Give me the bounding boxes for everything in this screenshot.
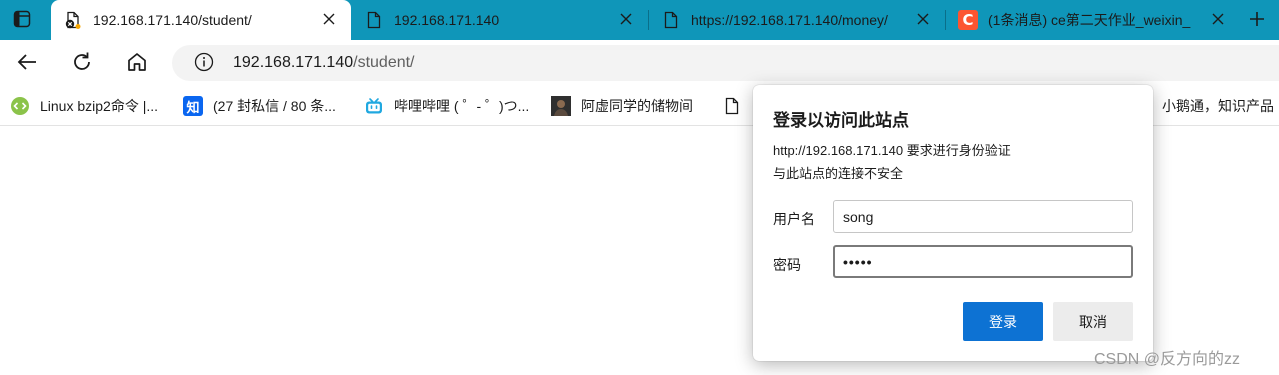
bookmark-page[interactable]: I (722, 94, 756, 118)
address-url[interactable]: 192.168.171.140/student/ (233, 54, 415, 72)
username-label: 用户名 (773, 211, 815, 227)
tab-strip: 192.168.171.140/student/ 192.168.171.140… (0, 0, 1279, 40)
close-tab-button[interactable] (911, 8, 935, 32)
tab-csdn[interactable]: C (1条消息) ce第二天作业_weixin_ (946, 0, 1240, 40)
bookmark-axu[interactable]: 阿虚同学的储物间 (551, 94, 693, 118)
bookmark-linux-bzip2[interactable]: Linux bzip2命令 |... (10, 94, 158, 118)
bookmark-zhihu[interactable]: 知 (27 封私信 / 80 条... (183, 94, 336, 118)
tab-title: 192.168.171.140/student/ (93, 12, 252, 28)
bookmark-label: 小鹅通，知识产品 (1162, 98, 1274, 114)
address-bar[interactable]: 192.168.171.140/student/ (172, 45, 1279, 81)
close-tab-button[interactable] (1206, 8, 1230, 32)
window-tabs-icon (13, 10, 31, 31)
dialog-title: 登录以访问此站点 (773, 111, 909, 130)
document-error-icon (65, 11, 81, 29)
refresh-icon (71, 51, 93, 76)
tab-title: https://192.168.171.140/money/ (691, 12, 888, 28)
arrow-left-icon (16, 53, 38, 74)
bookmark-label: 阿虚同学的储物间 (581, 98, 693, 114)
tab-money[interactable]: https://192.168.171.140/money/ (649, 0, 945, 40)
watermark: CSDN @反方向的zz (1094, 351, 1241, 368)
home-button[interactable] (122, 48, 152, 78)
url-path: /student/ (353, 54, 415, 71)
username-field[interactable]: song (833, 200, 1133, 233)
home-icon (126, 52, 148, 75)
auth-dialog: 登录以访问此站点 http://192.168.171.140 要求进行身份验证… (753, 85, 1153, 361)
bookmark-bilibili[interactable]: 哔哩哔哩 ( ゜- ゜)つ... (364, 94, 529, 118)
document-icon (663, 11, 679, 29)
bilibili-icon (364, 96, 384, 116)
info-icon (194, 52, 214, 75)
close-icon (1212, 12, 1224, 28)
close-icon (917, 12, 929, 28)
cancel-button[interactable]: 取消 (1053, 302, 1133, 341)
password-mask: ••••• (843, 253, 873, 270)
dialog-insecure-note: 与此站点的连接不安全 (773, 166, 904, 181)
new-tab-button[interactable] (1245, 8, 1269, 32)
url-host: 192.168.171.140 (233, 54, 354, 71)
tab-title: (1条消息) ce第二天作业_weixin_ (988, 12, 1191, 28)
password-label: 密码 (773, 257, 801, 273)
tab-actions-button[interactable] (0, 0, 44, 40)
refresh-button[interactable] (67, 48, 97, 78)
close-tab-button[interactable] (317, 8, 341, 32)
plus-icon (1249, 11, 1265, 30)
document-icon (366, 11, 382, 29)
dialog-message: http://192.168.171.140 要求进行身份验证 (773, 143, 1011, 158)
close-tab-button[interactable] (614, 8, 638, 32)
tab-root[interactable]: 192.168.171.140 (352, 0, 648, 40)
document-icon (722, 96, 742, 116)
back-button[interactable] (12, 48, 42, 78)
close-icon (620, 12, 632, 28)
csdn-icon: C (958, 10, 978, 30)
tab-title: 192.168.171.140 (394, 12, 500, 28)
toolbar: 192.168.171.140/student/ (0, 40, 1279, 86)
site-info-button[interactable] (193, 52, 215, 74)
zhihu-icon: 知 (183, 96, 203, 116)
bookmark-label: (27 封私信 / 80 条... (213, 98, 336, 114)
avatar-icon (551, 96, 571, 116)
bookmark-label: Linux bzip2命令 |... (40, 98, 159, 114)
code-globe-icon (10, 96, 30, 116)
close-icon (323, 12, 335, 28)
password-field[interactable]: ••••• (833, 245, 1133, 278)
bookmark-label: 哔哩哔哩 ( ゜- ゜)つ... (394, 98, 530, 114)
bookmark-xiaoetong[interactable]: 小鹅通，知识产品 (1162, 94, 1274, 118)
tab-student[interactable]: 192.168.171.140/student/ (51, 0, 351, 40)
login-button[interactable]: 登录 (963, 302, 1043, 341)
username-value: song (843, 208, 874, 225)
